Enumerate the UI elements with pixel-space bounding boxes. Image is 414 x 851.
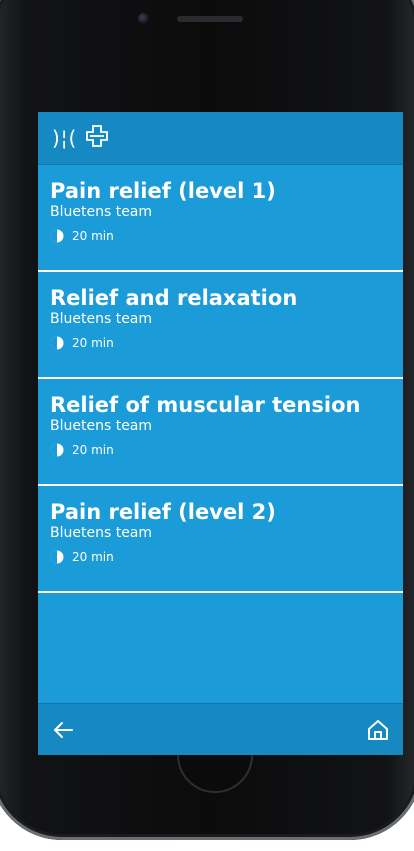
program-title: Pain relief (level 2) <box>50 500 276 524</box>
program-meta: 20 min <box>50 443 391 457</box>
app-logo: )¦( <box>52 124 109 152</box>
program-author: Bluetens team <box>50 311 153 327</box>
program-title: Relief of muscular tension <box>50 393 361 417</box>
timer-icon <box>50 336 64 350</box>
plus-cross-icon <box>85 124 109 152</box>
program-card[interactable]: Relief and relaxation Bluetens team 20 m… <box>38 272 403 379</box>
earpiece-speaker <box>177 16 243 22</box>
app-screen: )¦( Pain relief (level 1) Bluetens team <box>38 112 403 755</box>
bottom-nav-bar <box>38 703 403 755</box>
program-duration: 20 min <box>72 550 114 564</box>
program-duration: 20 min <box>72 443 114 457</box>
program-card[interactable]: Relief of muscular tension Bluetens team… <box>38 379 403 486</box>
program-card[interactable]: Pain relief (level 2) Bluetens team 20 m… <box>38 486 403 593</box>
home-icon[interactable] <box>365 717 391 743</box>
program-meta: 20 min <box>50 550 391 564</box>
program-list: Pain relief (level 1) Bluetens team 20 m… <box>38 165 403 593</box>
program-author: Bluetens team <box>50 418 153 434</box>
program-meta: 20 min <box>50 336 391 350</box>
program-title: Relief and relaxation <box>50 286 298 310</box>
arrow-left-icon[interactable] <box>50 717 76 743</box>
program-author: Bluetens team <box>50 525 153 541</box>
logo-mark: )¦( <box>52 126 78 150</box>
top-bar: )¦( <box>38 112 403 165</box>
program-duration: 20 min <box>72 229 114 243</box>
program-meta: 20 min <box>50 229 391 243</box>
timer-icon <box>50 550 64 564</box>
program-duration: 20 min <box>72 336 114 350</box>
program-title: Pain relief (level 1) <box>50 179 276 203</box>
program-author: Bluetens team <box>50 204 153 220</box>
front-camera <box>138 13 149 24</box>
program-card[interactable]: Pain relief (level 1) Bluetens team 20 m… <box>38 165 403 272</box>
timer-icon <box>50 229 64 243</box>
timer-icon <box>50 443 64 457</box>
